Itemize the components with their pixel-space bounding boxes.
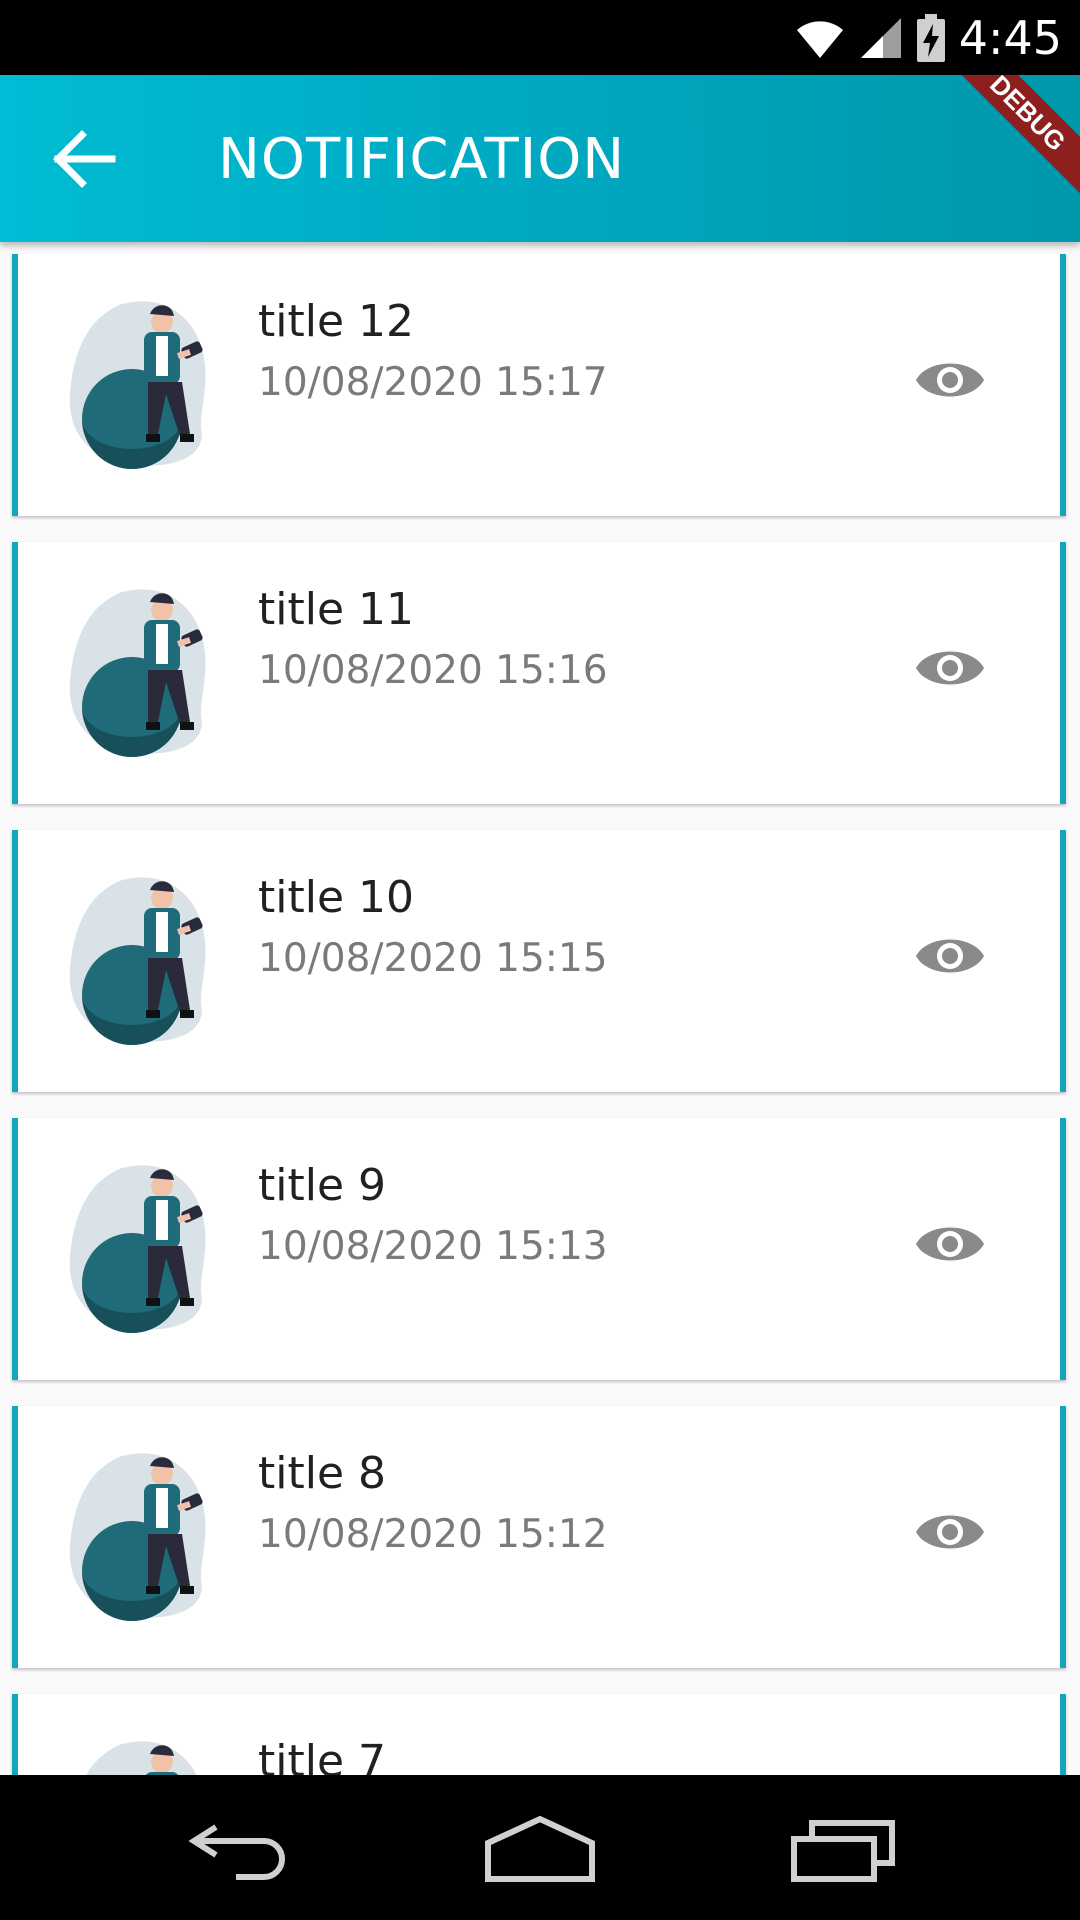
- nav-recents-icon: [791, 1820, 895, 1882]
- notification-date: 10/08/2020 15:17: [258, 360, 608, 405]
- avatar-illustration: [62, 1734, 222, 1775]
- avatar-illustration: [62, 1446, 222, 1626]
- page-title: NOTIFICATION: [218, 127, 626, 192]
- notification-card[interactable]: title 10 10/08/2020 15:15: [12, 830, 1066, 1092]
- status-bar: 4:45: [0, 0, 1080, 75]
- notification-title: title 10: [258, 872, 414, 923]
- avatar-illustration: [62, 294, 222, 474]
- notification-title: title 12: [258, 296, 414, 347]
- battery-charging-icon: [916, 13, 945, 62]
- status-icons: 4:45: [795, 0, 1062, 75]
- wifi-icon: [796, 20, 843, 58]
- eye-icon: [914, 1515, 986, 1566]
- arrow-back-icon: [53, 130, 116, 188]
- notification-title: title 11: [258, 584, 414, 635]
- notification-card[interactable]: title 12 10/08/2020 15:17: [12, 254, 1066, 516]
- nav-home-button[interactable]: [484, 1815, 596, 1885]
- notification-card[interactable]: title 9 10/08/2020 15:13: [12, 1118, 1066, 1380]
- avatar-illustration: [62, 870, 222, 1050]
- cell-signal-icon: [860, 17, 901, 58]
- notification-title: title 9: [258, 1160, 387, 1211]
- app-bar: NOTIFICATION DEBUG: [0, 75, 1080, 242]
- nav-back-button[interactable]: [186, 1815, 290, 1885]
- eye-icon: [914, 1227, 986, 1278]
- notification-card[interactable]: title 8 10/08/2020 15:12: [12, 1406, 1066, 1668]
- nav-recents-button[interactable]: [790, 1815, 896, 1885]
- notification-date: 10/08/2020 15:12: [258, 1512, 608, 1557]
- avatar-illustration: [62, 1158, 222, 1338]
- view-button[interactable]: [914, 926, 986, 986]
- notification-card[interactable]: title 11 10/08/2020 15:16: [12, 542, 1066, 804]
- eye-icon: [914, 939, 986, 990]
- notification-date: 10/08/2020 15:15: [258, 936, 608, 981]
- notification-title: title 8: [258, 1448, 387, 1499]
- nav-back-icon: [188, 1824, 285, 1880]
- eye-icon: [914, 363, 986, 414]
- notification-title: title 7: [258, 1736, 387, 1775]
- notification-list[interactable]: title 12 10/08/2020 15:17 title 11 10/08…: [0, 252, 1080, 1775]
- notification-date: 10/08/2020 15:13: [258, 1224, 608, 1269]
- eye-icon: [914, 651, 986, 702]
- view-button[interactable]: [914, 1502, 986, 1562]
- view-button[interactable]: [914, 350, 986, 410]
- notification-date: 10/08/2020 15:16: [258, 648, 608, 693]
- status-time: 4:45: [958, 10, 1062, 65]
- view-button[interactable]: [914, 1214, 986, 1274]
- navigation-bar: [0, 1775, 1080, 1920]
- debug-banner: DEBUG: [936, 75, 1080, 205]
- nav-home-icon: [485, 1815, 595, 1882]
- view-button[interactable]: [914, 638, 986, 698]
- avatar-illustration: [62, 582, 222, 762]
- back-button[interactable]: [50, 127, 120, 191]
- notification-card[interactable]: title 7: [12, 1694, 1066, 1775]
